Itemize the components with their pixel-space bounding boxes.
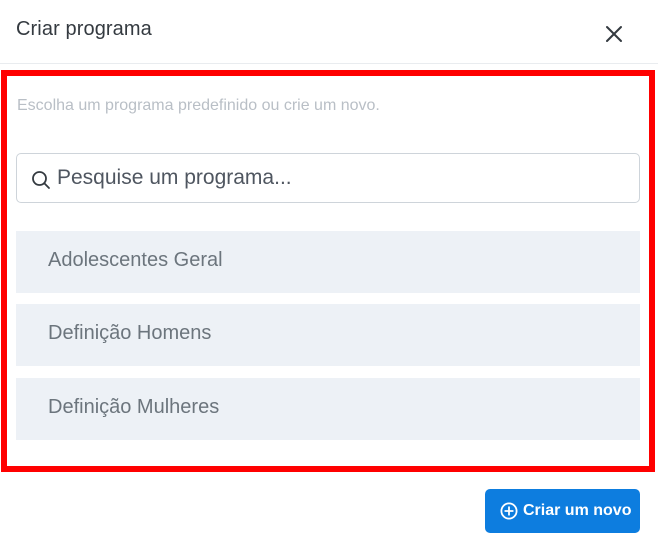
search-icon bbox=[31, 170, 51, 190]
create-new-button-label: Criar um novo bbox=[523, 502, 632, 519]
program-item-label: Definição Mulheres bbox=[48, 396, 220, 418]
program-item-definicao-homens[interactable]: Definição Homens bbox=[16, 304, 640, 366]
modal-header: Criar programa bbox=[0, 0, 658, 64]
close-icon bbox=[598, 18, 630, 50]
program-item-label: Definição Homens bbox=[48, 322, 212, 344]
search-box bbox=[16, 153, 640, 203]
create-new-button[interactable]: Criar um novo bbox=[485, 489, 640, 533]
search-input[interactable] bbox=[57, 162, 627, 194]
plus-circle-icon bbox=[500, 502, 518, 520]
modal-body: Escolha um programa predefinido ou crie … bbox=[7, 76, 649, 466]
create-program-modal: Criar programa Escolha um programa prede… bbox=[0, 0, 658, 549]
close-button[interactable] bbox=[598, 18, 630, 50]
modal-title: Criar programa bbox=[16, 18, 152, 40]
program-item-label: Adolescentes Geral bbox=[48, 249, 223, 271]
program-item-adolescentes-geral[interactable]: Adolescentes Geral bbox=[16, 231, 640, 293]
program-item-definicao-mulheres[interactable]: Definição Mulheres bbox=[16, 378, 640, 440]
modal-subtitle: Escolha um programa predefinido ou crie … bbox=[17, 97, 380, 114]
